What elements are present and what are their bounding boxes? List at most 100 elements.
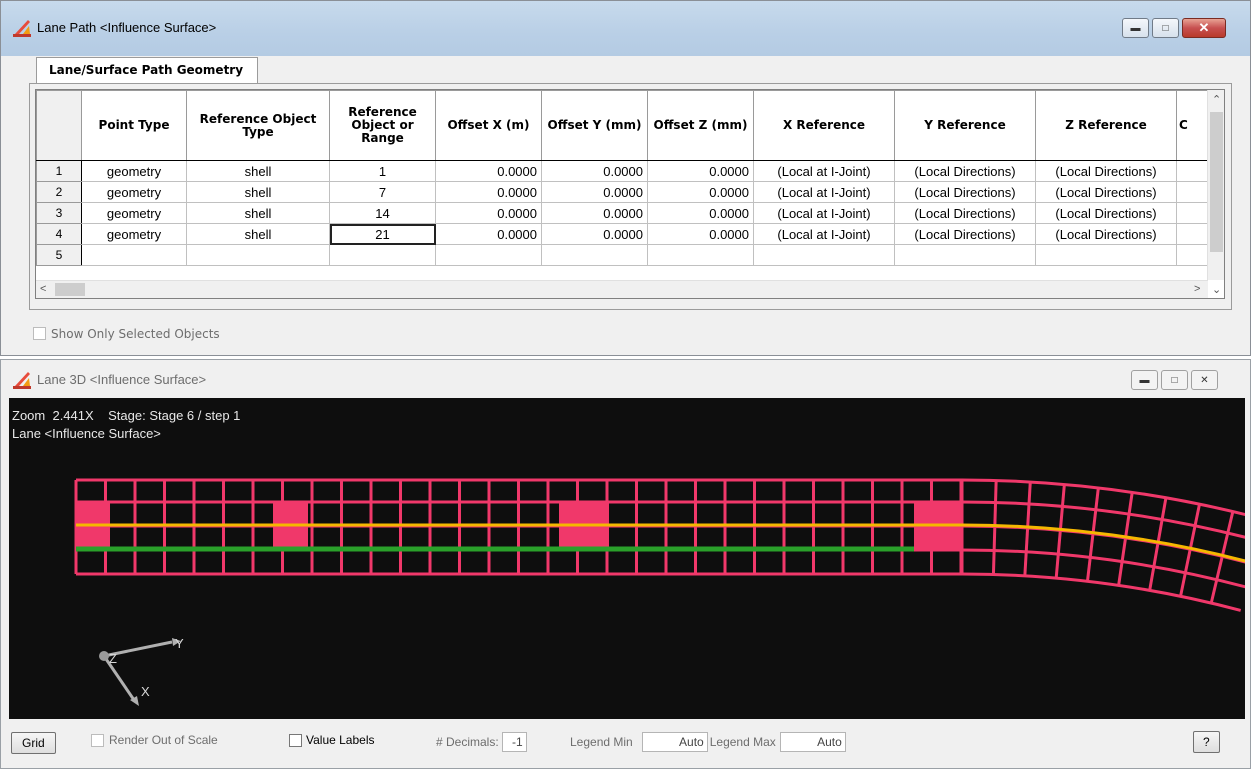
grid-cell-xref[interactable]: (Local at I-Joint) bbox=[753, 160, 895, 182]
grid-cell-oz[interactable]: 0.0000 bbox=[647, 223, 754, 245]
grid-cell-point-type[interactable]: geometry bbox=[81, 202, 187, 224]
grid-cell-zref[interactable] bbox=[1035, 244, 1177, 266]
grid-cell-yref[interactable]: (Local Directions) bbox=[894, 181, 1036, 203]
mesh-line bbox=[991, 480, 998, 575]
window-title: Lane Path <Influence Surface> bbox=[37, 20, 217, 35]
render-out-of-scale-checkbox[interactable]: Render Out of Scale bbox=[91, 733, 218, 747]
horizontal-scroll-thumb[interactable] bbox=[55, 283, 85, 296]
scroll-up-icon[interactable]: ⌃ bbox=[1212, 92, 1221, 108]
grid-cell-yref[interactable] bbox=[894, 244, 1036, 266]
grid-cell-yref[interactable]: (Local Directions) bbox=[894, 223, 1036, 245]
col-header-z-reference[interactable]: Z Reference bbox=[1035, 90, 1177, 161]
table-row[interactable]: 2 geometry shell 7 0.0000 0.0000 0.0000 (Local … bbox=[36, 181, 1217, 203]
grid-cell-oy[interactable]: 0.0000 bbox=[541, 223, 648, 245]
col-header-point-type[interactable]: Point Type bbox=[81, 90, 187, 161]
grid-cell-oz[interactable] bbox=[647, 244, 754, 266]
scroll-right-icon[interactable]: > bbox=[1194, 281, 1200, 297]
app-logo-icon bbox=[13, 20, 31, 37]
grid-cell-point-type[interactable]: geometry bbox=[81, 160, 187, 182]
col-header-x-reference[interactable]: X Reference bbox=[753, 90, 895, 161]
grid-cell-ref-obj[interactable]: 21 bbox=[329, 223, 436, 245]
grid-cell-xref[interactable] bbox=[753, 244, 895, 266]
corner-header[interactable] bbox=[36, 90, 82, 161]
grid-cell-xref[interactable]: (Local at I-Joint) bbox=[753, 202, 895, 224]
decimals-field[interactable]: -1 bbox=[501, 732, 527, 752]
grid-cell-yref[interactable]: (Local Directions) bbox=[894, 202, 1036, 224]
checkbox-box[interactable] bbox=[33, 327, 46, 340]
grid-cell-xref[interactable]: (Local at I-Joint) bbox=[753, 223, 895, 245]
col-header-offset-y[interactable]: Offset Y (mm) bbox=[541, 90, 648, 161]
lane-mesh: Y Z X bbox=[74, 478, 1245, 706]
row-header[interactable]: 2 bbox=[36, 181, 82, 203]
grid-cell-zref[interactable]: (Local Directions) bbox=[1035, 202, 1177, 224]
grid-cell-zref[interactable]: (Local Directions) bbox=[1035, 160, 1177, 182]
horizontal-scrollbar[interactable]: < > bbox=[36, 280, 1208, 298]
legend-min-field[interactable]: Auto bbox=[641, 732, 708, 752]
grid-cell-oy[interactable]: 0.0000 bbox=[541, 160, 648, 182]
3d-viewport[interactable]: Zoom 2.441X Stage: Stage 6 / step 1 Lane… bbox=[9, 398, 1245, 719]
scroll-left-icon[interactable]: < bbox=[40, 281, 46, 297]
restore-button[interactable]: □ bbox=[1152, 18, 1179, 38]
mesh-arc bbox=[961, 478, 1245, 517]
scroll-down-icon[interactable]: ⌄ bbox=[1212, 282, 1221, 298]
minimize-button[interactable]: ▬ bbox=[1122, 18, 1149, 38]
grid-cell-ox[interactable] bbox=[435, 244, 542, 266]
row-header[interactable]: 5 bbox=[36, 244, 82, 266]
grid-cell-ref-type[interactable]: shell bbox=[186, 160, 330, 182]
grid-cell-oy[interactable] bbox=[541, 244, 648, 266]
grid-cell-ref-type[interactable]: shell bbox=[186, 223, 330, 245]
col-header-ref-type[interactable]: Reference Object Type bbox=[186, 90, 330, 161]
row-header[interactable]: 4 bbox=[36, 223, 82, 245]
col-header-offset-z[interactable]: Offset Z (mm) bbox=[647, 90, 754, 161]
checkbox-box[interactable] bbox=[91, 733, 104, 747]
grid-cell-ref-type[interactable]: shell bbox=[186, 202, 330, 224]
lane-3d-window: Lane 3D <Influence Surface> ▬ □ ✕ Zoom 2… bbox=[0, 359, 1251, 769]
grid-cell-oz[interactable]: 0.0000 bbox=[647, 202, 754, 224]
close-button[interactable]: ✕ bbox=[1182, 18, 1226, 38]
grid-cell-xref[interactable]: (Local at I-Joint) bbox=[753, 181, 895, 203]
grid-cell-ref-obj[interactable]: 14 bbox=[329, 202, 436, 224]
grid-button[interactable]: Grid bbox=[11, 732, 56, 754]
grid-cell-ref-obj[interactable] bbox=[329, 244, 436, 266]
table-row[interactable]: 1 geometry shell 1 0.0000 0.0000 0.0000 (Local … bbox=[36, 160, 1217, 182]
grid-cell-oy[interactable]: 0.0000 bbox=[541, 202, 648, 224]
grid-cell-oz[interactable]: 0.0000 bbox=[647, 160, 754, 182]
row-header[interactable]: 1 bbox=[36, 160, 82, 182]
restore-button[interactable]: □ bbox=[1161, 370, 1188, 390]
grid-cell-point-type[interactable]: geometry bbox=[81, 223, 187, 245]
col-header-offset-x[interactable]: Offset X (m) bbox=[435, 90, 542, 161]
table-row[interactable]: 5 bbox=[36, 244, 1217, 266]
tab-lane-surface-path-geometry[interactable]: Lane/Surface Path Geometry bbox=[36, 57, 259, 83]
table-row[interactable]: 3 geometry shell 14 0.0000 0.0000 0.0000 (Local… bbox=[36, 202, 1217, 224]
help-button[interactable]: ? bbox=[1193, 731, 1220, 753]
grid-cell-oz[interactable]: 0.0000 bbox=[647, 181, 754, 203]
app-logo-icon bbox=[13, 372, 31, 389]
minimize-button[interactable]: ▬ bbox=[1131, 370, 1158, 390]
caption-buttons: ▬ □ ✕ bbox=[1119, 18, 1226, 38]
grid-cell-zref[interactable]: (Local Directions) bbox=[1035, 223, 1177, 245]
grid-cell-ox[interactable]: 0.0000 bbox=[435, 160, 542, 182]
legend-max-field[interactable]: Auto bbox=[779, 732, 846, 752]
vertical-scrollbar[interactable]: ⌃ bbox=[1207, 90, 1224, 280]
value-labels-checkbox[interactable]: Value Labels bbox=[289, 733, 375, 747]
grid-cell-ref-obj[interactable]: 7 bbox=[329, 181, 436, 203]
grid-cell-ox[interactable]: 0.0000 bbox=[435, 181, 542, 203]
grid-cell-ref-obj[interactable]: 1 bbox=[329, 160, 436, 182]
grid-cell-yref[interactable]: (Local Directions) bbox=[894, 160, 1036, 182]
grid-cell-point-type[interactable] bbox=[81, 244, 187, 266]
grid-cell-ox[interactable]: 0.0000 bbox=[435, 202, 542, 224]
show-only-selected-checkbox[interactable]: Show Only Selected Objects bbox=[33, 326, 220, 341]
row-header[interactable]: 3 bbox=[36, 202, 82, 224]
col-header-y-reference[interactable]: Y Reference bbox=[894, 90, 1036, 161]
grid-cell-ref-type[interactable] bbox=[186, 244, 330, 266]
grid-cell-zref[interactable]: (Local Directions) bbox=[1035, 181, 1177, 203]
close-button[interactable]: ✕ bbox=[1191, 370, 1218, 390]
grid-cell-ref-type[interactable]: shell bbox=[186, 181, 330, 203]
table-row[interactable]: 4 geometry shell 21 0.0000 0.0000 0.0000 (Local… bbox=[36, 223, 1217, 245]
grid-cell-ox[interactable]: 0.0000 bbox=[435, 223, 542, 245]
grid-cell-point-type[interactable]: geometry bbox=[81, 181, 187, 203]
grid-cell-oy[interactable]: 0.0000 bbox=[541, 181, 648, 203]
vertical-scroll-thumb[interactable] bbox=[1210, 112, 1223, 252]
checkbox-box[interactable] bbox=[289, 733, 302, 747]
col-header-ref-object[interactable]: Reference Object or Range bbox=[329, 90, 436, 161]
